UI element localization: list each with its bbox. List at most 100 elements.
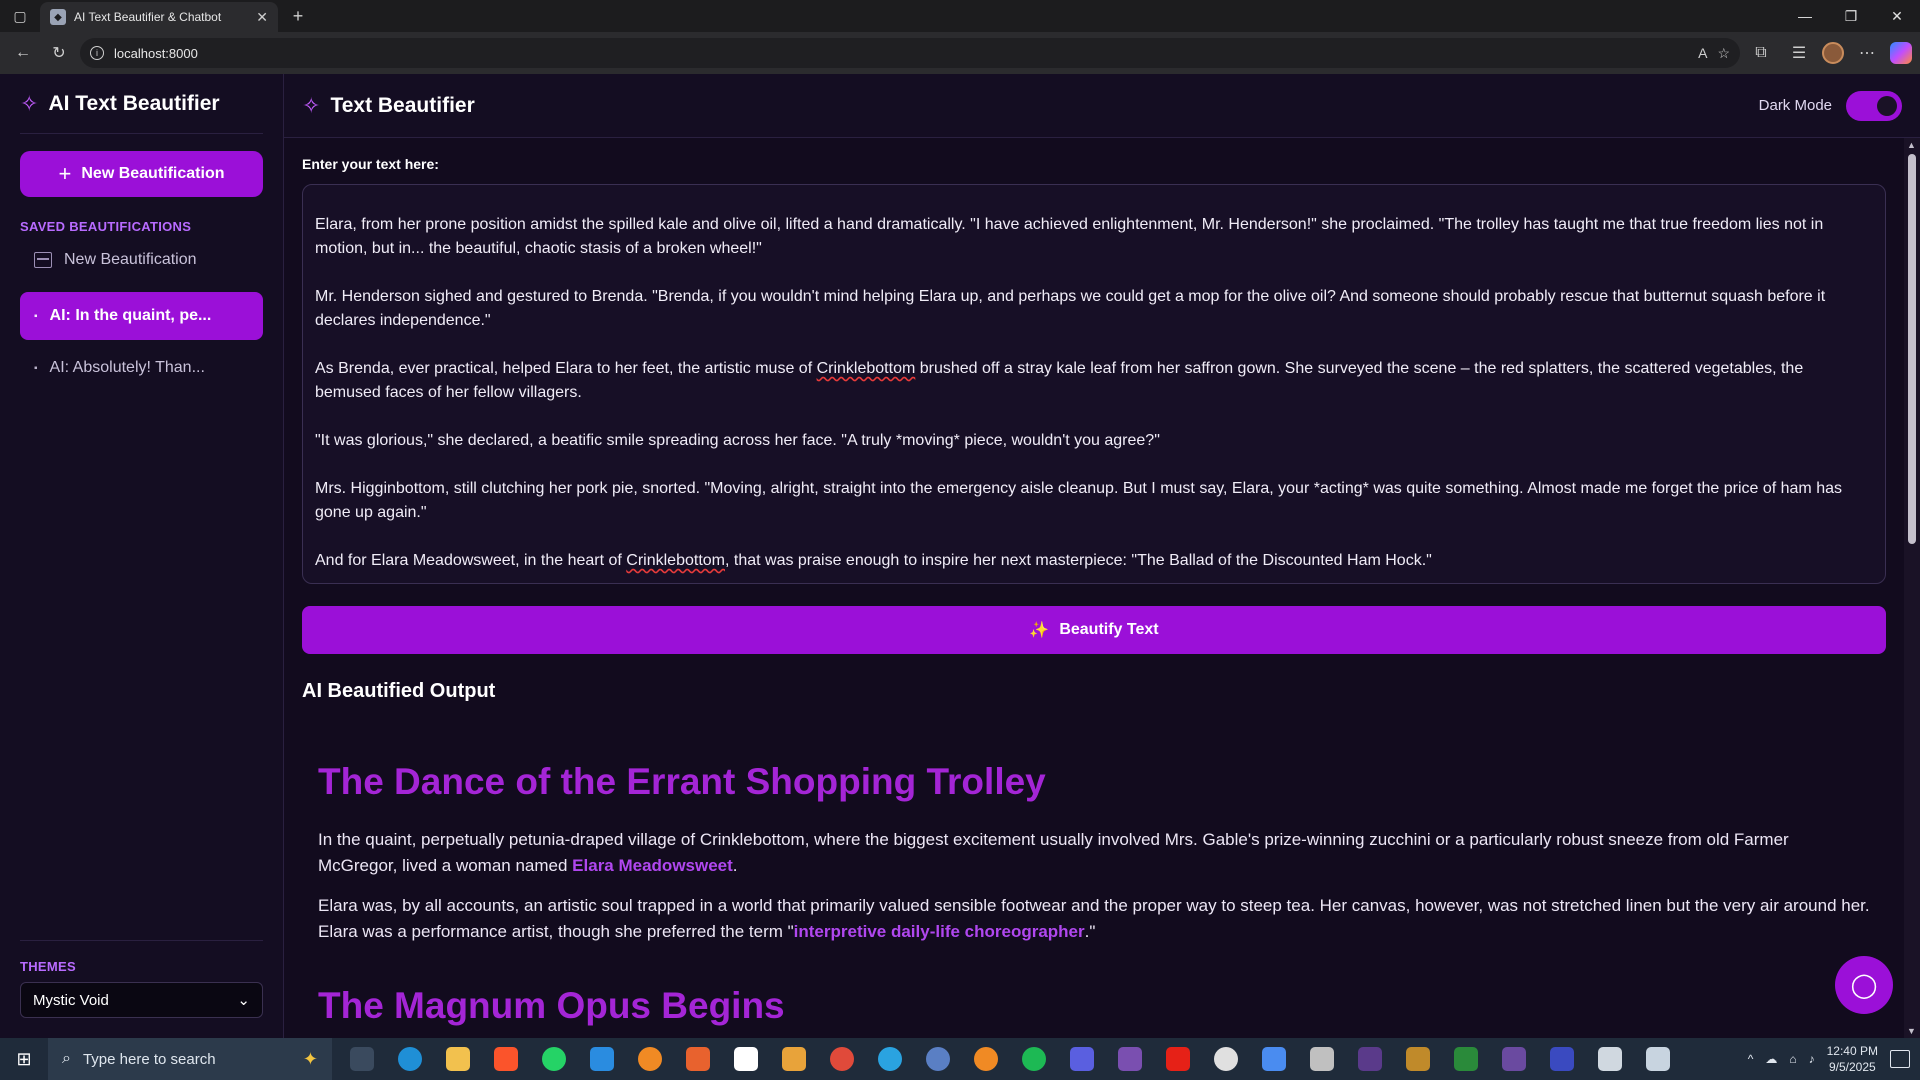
text-input[interactable]: Elara, from her prone position amidst th… (302, 184, 1886, 584)
system-tray: ^ ☁ ⌂ ♪ 12:40 PM 9/5/2025 (1748, 1043, 1920, 1075)
scroll-down-icon[interactable]: ▼ (1907, 1026, 1916, 1036)
taskbar-search-placeholder: Type here to search (82, 1050, 216, 1068)
app-title: AI Text Beautifier (48, 91, 220, 115)
reload-icon[interactable]: ↻ (44, 38, 74, 68)
main-header: ✧ Text Beautifier Dark Mode (284, 74, 1920, 138)
capcut-icon[interactable] (722, 1038, 770, 1080)
vscode-icon[interactable] (578, 1038, 626, 1080)
spotify-icon[interactable] (1010, 1038, 1058, 1080)
scrollbar-thumb[interactable] (1908, 154, 1916, 544)
restore-icon[interactable]: ❐ (1828, 8, 1874, 25)
gemini-icon[interactable] (1250, 1038, 1298, 1080)
output-heading: AI Beautified Output (302, 680, 496, 702)
tab-title: AI Text Beautifier & Chatbot (74, 10, 222, 24)
tab-actions-icon[interactable]: ▢ (0, 0, 40, 32)
copilot-icon[interactable] (1890, 42, 1912, 64)
themes-label: THEMES (20, 959, 76, 974)
content-area: Enter your text here: Elara, from her pr… (284, 138, 1904, 1038)
new-tab-icon[interactable]: + (282, 6, 314, 27)
taskbar-apps (338, 1038, 1682, 1080)
dark-mode-toggle[interactable] (1846, 90, 1902, 121)
text-run: And for Elara Meadowsweet, in the heart … (315, 552, 627, 569)
app-icon-1[interactable] (1298, 1038, 1346, 1080)
app-icon-5[interactable] (1490, 1038, 1538, 1080)
network-icon[interactable]: ⌂ (1789, 1052, 1796, 1066)
scrollbar[interactable]: ▲ ▼ (1904, 138, 1920, 1038)
text-run: As Brenda, ever practical, helped Elara … (315, 360, 817, 377)
read-aloud-icon[interactable]: A (1698, 45, 1707, 61)
app-icon-3[interactable] (1394, 1038, 1442, 1080)
app-icon-4[interactable] (1442, 1038, 1490, 1080)
favorite-star-icon[interactable]: ☆ (1717, 45, 1730, 62)
app-icon-7[interactable] (1586, 1038, 1634, 1080)
url-text: localhost:8000 (114, 45, 198, 61)
text-run: Elara, from her prone position amidst th… (315, 216, 1824, 257)
minimize-icon[interactable]: — (1782, 8, 1828, 25)
new-beautification-button[interactable]: + New Beautification (20, 151, 263, 197)
search-app-icon[interactable] (626, 1038, 674, 1080)
fl-studio-icon[interactable] (770, 1038, 818, 1080)
clock[interactable]: 12:40 PM 9/5/2025 (1827, 1043, 1878, 1075)
favorites-icon[interactable]: ☰ (1784, 38, 1814, 68)
edge-icon[interactable] (386, 1038, 434, 1080)
youtube-icon[interactable] (1154, 1038, 1202, 1080)
windows-start-icon[interactable]: ⊞ (0, 1038, 48, 1080)
notifications-icon[interactable] (1890, 1050, 1910, 1068)
text-paragraph: And for Elara Meadowsweet, in the heart … (315, 549, 1873, 573)
copilot-sparkle-icon: ✦ (302, 1048, 318, 1069)
taskbar-search[interactable]: ⌕ Type here to search ✦ (48, 1038, 332, 1080)
sidebar-item-label: New Beautification (64, 251, 197, 268)
theme-select[interactable]: Mystic Void ⌄ (20, 982, 263, 1018)
sidebar-item-saved-2[interactable]: ▪ AI: Absolutely! Than... (20, 346, 263, 390)
chevron-up-icon[interactable]: ^ (1748, 1052, 1754, 1066)
close-window-icon[interactable]: ✕ (1874, 8, 1920, 25)
qbittorrent-icon[interactable] (914, 1038, 962, 1080)
linear-icon[interactable] (1058, 1038, 1106, 1080)
app-icon-6[interactable] (1538, 1038, 1586, 1080)
blender-icon[interactable] (962, 1038, 1010, 1080)
dark-mode-label: Dark Mode (1758, 97, 1832, 114)
sidebar-item-new[interactable]: New Beautification (20, 238, 263, 282)
text-run: . (732, 856, 738, 875)
saved-beautifications-label: SAVED BEAUTIFICATIONS (20, 219, 192, 234)
sidebar-item-saved-1[interactable]: ▪ AI: In the quaint, pe... (20, 292, 263, 340)
profile-avatar[interactable] (1822, 42, 1844, 64)
volume-icon[interactable]: ♪ (1809, 1052, 1815, 1066)
sidebar-brand: ✧ AI Text Beautifier (20, 74, 263, 134)
close-tab-icon[interactable]: ✕ (256, 9, 268, 26)
app-icon-2[interactable] (1346, 1038, 1394, 1080)
scroll-up-icon[interactable]: ▲ (1907, 140, 1916, 150)
sidebar-item-label: AI: Absolutely! Than... (49, 359, 205, 376)
chatgpt-icon[interactable] (1202, 1038, 1250, 1080)
browser-tab[interactable]: ◆ AI Text Beautifier & Chatbot ✕ (40, 2, 278, 32)
browser-nav-bar: ← ↻ i localhost:8000 A ☆ ⧉ ☰ ⋯ (0, 32, 1920, 74)
beautify-text-button[interactable]: ✨ Beautify Text (302, 606, 1886, 654)
chrome-icon[interactable] (818, 1038, 866, 1080)
more-menu-icon[interactable]: ⋯ (1852, 38, 1882, 68)
sublime-icon[interactable] (674, 1038, 722, 1080)
browser-tab-bar: ▢ ◆ AI Text Beautifier & Chatbot ✕ + — ❐… (0, 0, 1920, 32)
sparkles-icon: ✧ (20, 90, 39, 116)
address-bar[interactable]: i localhost:8000 A ☆ (80, 38, 1740, 68)
search-icon: ⌕ (62, 1050, 71, 1067)
app: ✧ AI Text Beautifier + New Beautificatio… (0, 74, 1920, 1038)
highlighted-text: interpretive daily-life choreographer (793, 922, 1085, 941)
cloud-icon[interactable]: ☁ (1765, 1052, 1777, 1066)
text-run: ." (1084, 922, 1096, 941)
beautify-text-label: Beautify Text (1059, 621, 1159, 638)
extensions-icon[interactable]: ⧉ (1746, 38, 1776, 68)
text-paragraph: As Brenda, ever practical, helped Elara … (315, 357, 1873, 405)
text-paragraph: "It was glorious," she declared, a beati… (315, 429, 1873, 453)
telegram-icon[interactable] (866, 1038, 914, 1080)
back-icon[interactable]: ← (8, 38, 38, 68)
whatsapp-icon[interactable] (530, 1038, 578, 1080)
site-info-icon[interactable]: i (90, 46, 104, 60)
task-view-icon[interactable] (338, 1038, 386, 1080)
app-icon-8[interactable] (1634, 1038, 1682, 1080)
tor-icon[interactable] (1106, 1038, 1154, 1080)
file-explorer-icon[interactable] (434, 1038, 482, 1080)
highlighted-text: Elara Meadowsweet (572, 856, 733, 875)
plus-icon: + (58, 161, 72, 186)
chatbot-button[interactable]: ◯ (1835, 956, 1893, 1014)
brave-icon[interactable] (482, 1038, 530, 1080)
